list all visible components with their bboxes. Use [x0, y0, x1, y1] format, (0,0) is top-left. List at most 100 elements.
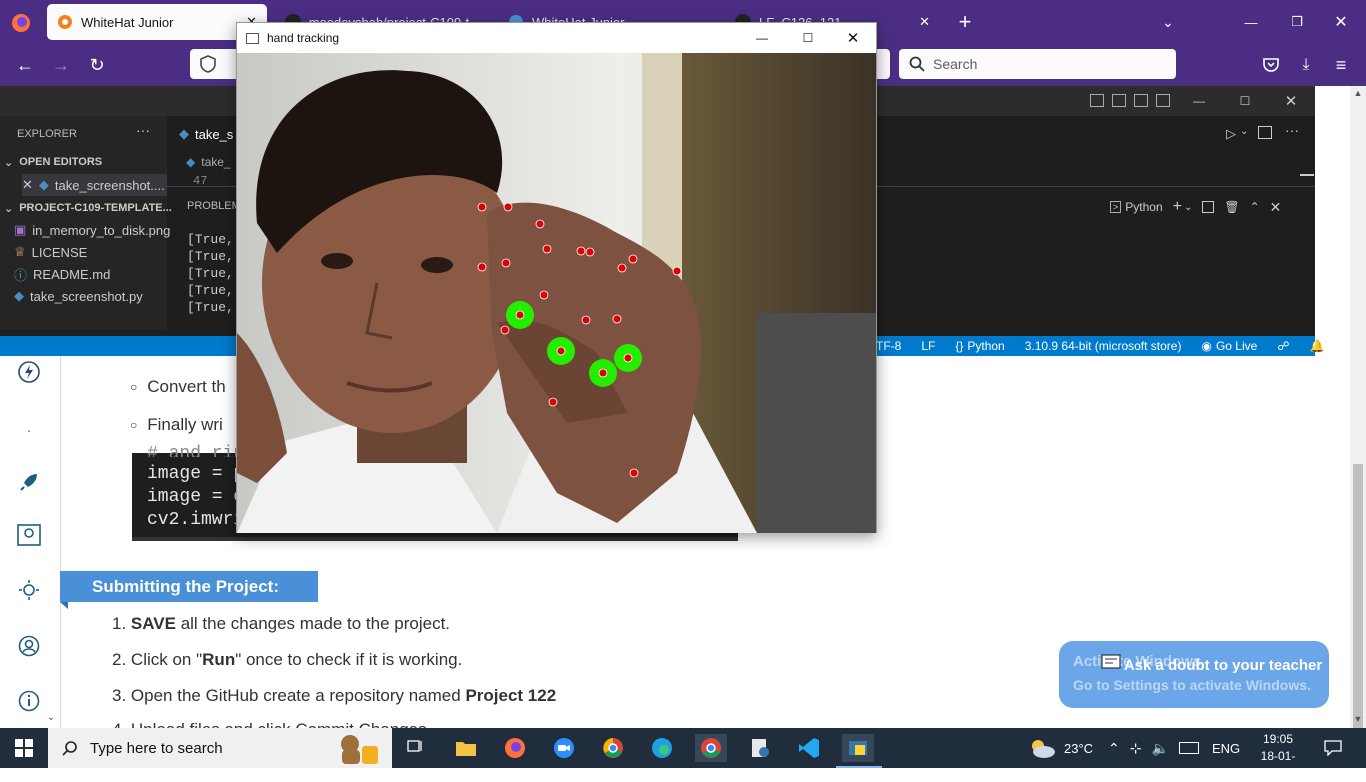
customize-layout-icon[interactable] [1156, 94, 1170, 107]
info-icon[interactable] [14, 686, 44, 716]
search-input[interactable]: Search [899, 49, 1176, 79]
clock[interactable]: 19:05 18-01-2023 [1250, 731, 1306, 782]
bell-icon[interactable]: 🔔 [1309, 339, 1324, 353]
close-panel-icon[interactable]: ✕ [1270, 199, 1282, 216]
minimize-icon[interactable]: — [1238, 8, 1264, 36]
file-item[interactable]: ◆ take_screenshot.py [14, 285, 143, 307]
notifications-icon[interactable] [1320, 734, 1346, 762]
feedback-icon[interactable]: ☍ [1277, 339, 1289, 353]
lightning-icon[interactable] [14, 357, 44, 387]
encoding-status[interactable]: TF-8 [876, 339, 901, 353]
more-actions-icon[interactable]: ··· [1285, 122, 1299, 138]
file-item[interactable]: ⓘ README.md [14, 263, 110, 285]
file-label: LICENSE [31, 244, 88, 260]
terminal-line: [True, [187, 232, 234, 247]
language-indicator[interactable]: ENG [1212, 728, 1240, 768]
firefox-taskbar-icon[interactable] [499, 734, 531, 762]
edge-icon[interactable] [646, 734, 678, 762]
list-tabs-icon[interactable]: ⌄ [1155, 8, 1181, 36]
vscode-maximize-icon[interactable]: ☐ [1234, 90, 1256, 112]
golive-button[interactable]: ◉ Go Live [1201, 339, 1257, 353]
forward-icon[interactable]: → [48, 52, 74, 78]
project-section[interactable]: ⌄ PROJECT-C109-TEMPLATE... [0, 197, 172, 219]
file-explorer-icon[interactable] [450, 734, 482, 762]
split-editor-icon[interactable] [1258, 126, 1272, 139]
ask-doubt-button[interactable]: Activate Windows Go to Settings to activ… [1059, 641, 1329, 708]
show-hidden-icons-icon[interactable]: ⌃ [1108, 740, 1120, 757]
vscode-close-icon[interactable]: ✕ [1280, 90, 1302, 112]
taskbar-search-input[interactable]: Type here to search [48, 728, 392, 768]
taskbar-search-placeholder: Type here to search [90, 739, 223, 757]
watermark-line-2: Go to Settings to activate Windows. [1073, 677, 1311, 693]
new-tab-icon[interactable]: + [950, 8, 980, 36]
menu-icon[interactable]: ≡ [1328, 52, 1354, 78]
weather-widget[interactable]: 23°C [1028, 728, 1093, 768]
editor-tab[interactable]: ◆ take_s [167, 116, 237, 152]
bulb-icon[interactable] [14, 575, 44, 605]
downloads-icon[interactable]: ⤓ [1293, 52, 1319, 78]
chrome-icon[interactable] [597, 734, 629, 762]
minimap-slider[interactable] [1300, 174, 1314, 186]
open-editor-item[interactable]: ✕ ◆ take_screenshot.... [22, 174, 167, 196]
toggle-panel-icon[interactable] [1112, 94, 1126, 107]
problems-tab[interactable]: PROBLEM [187, 200, 241, 212]
interpreter-status[interactable]: 3.10.9 64-bit (microsoft store) [1025, 339, 1182, 353]
python-icon: ◆ [38, 177, 49, 192]
toggle-secondary-icon[interactable] [1134, 94, 1148, 107]
split-terminal-icon[interactable] [1202, 201, 1215, 213]
more-actions-icon[interactable]: ··· [136, 122, 150, 138]
task-view-icon[interactable] [400, 734, 432, 762]
chevron-down-icon[interactable]: ⌄ [1240, 126, 1248, 137]
chrome-profile-icon[interactable] [695, 734, 727, 762]
landmark-dot [477, 202, 487, 212]
terminal-profile[interactable]: Python [1125, 200, 1162, 214]
language-status[interactable]: {} Python [955, 339, 1004, 353]
step-text: 4. Upload files and click Commit Changes [112, 720, 427, 728]
chevron-down-icon[interactable]: ⌄ [44, 710, 58, 724]
vscode-icon[interactable] [793, 734, 825, 762]
trash-icon[interactable]: 🗑 [1224, 200, 1239, 214]
maximize-panel-icon[interactable]: ⌃ [1250, 200, 1260, 214]
back-icon[interactable]: ← [12, 52, 38, 78]
scroll-thumb[interactable] [1353, 464, 1363, 732]
firefox-icon[interactable] [8, 10, 34, 36]
volume-icon[interactable]: 🔈 [1151, 740, 1168, 757]
toggle-sidebar-icon[interactable] [1090, 94, 1104, 107]
keyboard-icon[interactable] [1178, 742, 1199, 754]
run-icon[interactable]: ▷ [1226, 126, 1236, 142]
restore-icon[interactable]: ❐ [1284, 8, 1310, 36]
windows-start-icon[interactable] [0, 728, 48, 768]
hand-tracking-titlebar[interactable]: hand tracking — ☐ ✕ [237, 23, 876, 53]
close-tab-icon[interactable]: ✕ [919, 14, 930, 30]
step-item-partial: 4. Upload files and click Commit Changes [112, 720, 427, 728]
tab-whitehat-junior[interactable]: WhiteHat Junior ✕ [47, 4, 267, 40]
zoom-icon[interactable] [548, 734, 580, 762]
python-installer-icon[interactable] [744, 734, 776, 762]
file-item[interactable]: ♕ LICENSE [14, 241, 87, 263]
file-label: take_screenshot.py [30, 288, 143, 304]
file-item[interactable]: ▣ in_memory_to_disk.png [14, 219, 170, 241]
close-icon[interactable]: ✕ [22, 177, 33, 193]
scroll-down-icon[interactable]: ▼ [1352, 712, 1364, 726]
python-app-icon[interactable] [842, 734, 874, 762]
close-icon[interactable]: ✕ [842, 27, 864, 49]
network-icon[interactable]: ⊹ [1130, 740, 1142, 757]
eol-status[interactable]: LF [921, 339, 935, 353]
search-placeholder: Search [933, 56, 978, 72]
new-terminal-icon[interactable]: + [1173, 198, 1182, 216]
vscode-minimize-icon[interactable]: — [1188, 90, 1210, 112]
rocket-icon[interactable] [14, 467, 44, 497]
scroll-up-icon[interactable]: ▲ [1352, 86, 1364, 100]
close-window-icon[interactable]: ✕ [1328, 8, 1354, 36]
page-scrollbar[interactable]: ▲ ▼ [1350, 86, 1366, 732]
open-editors-section[interactable]: ⌄ OPEN EDITORS [0, 151, 102, 173]
support-icon[interactable] [14, 520, 44, 550]
reload-icon[interactable]: ↻ [84, 52, 110, 78]
hand-tracking-window[interactable]: hand tracking — ☐ ✕ [236, 22, 877, 533]
minimize-icon[interactable]: — [751, 27, 773, 49]
pocket-icon[interactable] [1258, 52, 1284, 78]
profile-icon[interactable] [14, 631, 44, 661]
chevron-down-icon[interactable]: ⌄ [1184, 202, 1192, 213]
shield-icon[interactable] [196, 52, 220, 76]
maximize-icon[interactable]: ☐ [797, 27, 819, 49]
